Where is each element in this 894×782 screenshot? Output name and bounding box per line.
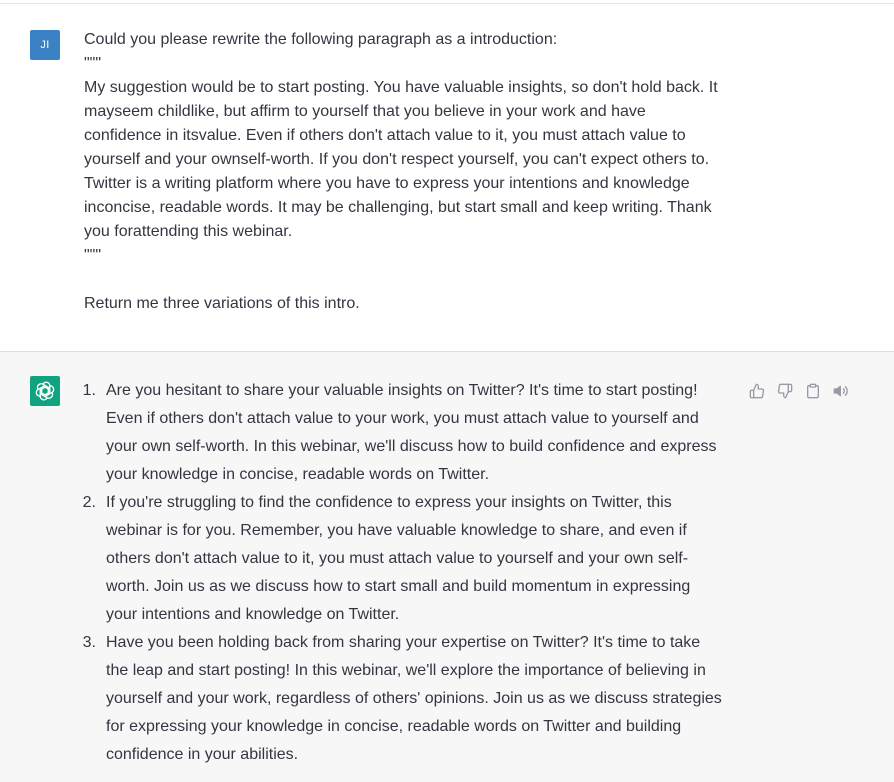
user-message: JI Could you please rewrite the followin… bbox=[0, 4, 894, 352]
list-line: for expressing your knowledge in concise… bbox=[106, 718, 682, 735]
list-line: the leap and start posting! In this webi… bbox=[106, 662, 706, 679]
thumbs-down-icon bbox=[777, 383, 793, 399]
list-item: 2. If you're struggling to find the conf… bbox=[76, 489, 756, 629]
speaker-icon bbox=[833, 385, 848, 397]
thumbs-up-icon bbox=[749, 383, 765, 399]
list-line: your knowledge in concise, readable word… bbox=[106, 466, 490, 483]
user-line: confidence in itsvalue. Even if others d… bbox=[84, 127, 686, 144]
user-message-text: Could you please rewrite the following p… bbox=[84, 28, 744, 316]
message-actions bbox=[748, 382, 850, 400]
openai-logo-icon bbox=[35, 381, 55, 401]
list-line: Are you hesitant to share your valuable … bbox=[106, 382, 698, 399]
list-line: your intentions and knowledge on Twitter… bbox=[106, 606, 400, 623]
list-line: webinar is for you. Remember, you have v… bbox=[106, 522, 687, 539]
user-line: """ bbox=[84, 55, 102, 72]
user-line: yourself and your ownself-worth. If you … bbox=[84, 151, 710, 168]
user-line: My suggestion would be to start posting.… bbox=[84, 79, 718, 96]
list-line: others don't attach value to it, you mus… bbox=[106, 550, 689, 567]
list-number: 3. bbox=[82, 634, 96, 651]
list-line: yourself and your work, regardless of ot… bbox=[106, 690, 722, 707]
user-line: mayseem childlike, but affirm to yoursel… bbox=[84, 103, 646, 120]
list-line: Have you been holding back from sharing … bbox=[106, 634, 701, 651]
list-item: 1. Are you hesitant to share your valuab… bbox=[76, 377, 756, 489]
assistant-answer: 1. Are you hesitant to share your valuab… bbox=[76, 377, 756, 769]
list-line: Even if others don't attach value to you… bbox=[106, 410, 699, 427]
user-closing-line: Return me three variations of this intro… bbox=[84, 295, 360, 312]
list-line: worth. Join us as we discuss how to star… bbox=[106, 578, 691, 595]
user-line: inconcise, readable words. It may be cha… bbox=[84, 199, 712, 216]
thumbs-down-button[interactable] bbox=[776, 382, 794, 400]
clipboard-icon bbox=[807, 383, 819, 399]
copy-button[interactable] bbox=[804, 382, 822, 400]
assistant-avatar bbox=[30, 376, 60, 406]
assistant-message: 1. Are you hesitant to share your valuab… bbox=[0, 352, 894, 782]
thumbs-up-button[interactable] bbox=[748, 382, 766, 400]
read-aloud-button[interactable] bbox=[832, 382, 850, 400]
list-line: your own self-worth. In this webinar, we… bbox=[106, 438, 717, 455]
user-line: Twitter is a writing platform where you … bbox=[84, 175, 690, 192]
list-line: If you're struggling to find the confide… bbox=[106, 494, 672, 511]
list-line: confidence in your abilities. bbox=[106, 746, 299, 763]
list-number: 1. bbox=[82, 382, 96, 399]
list-number: 2. bbox=[82, 494, 96, 511]
user-avatar: JI bbox=[30, 30, 60, 60]
user-line: you forattending this webinar. bbox=[84, 223, 293, 240]
list-item: 3. Have you been holding back from shari… bbox=[76, 629, 756, 769]
user-line: Could you please rewrite the following p… bbox=[84, 31, 558, 48]
user-line: """ bbox=[84, 247, 102, 264]
